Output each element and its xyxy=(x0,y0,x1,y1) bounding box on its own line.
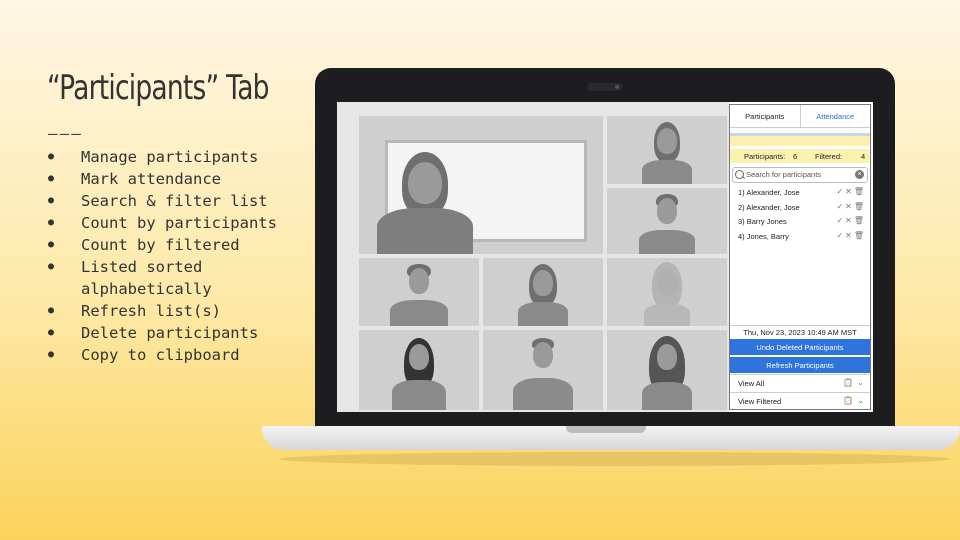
avatar-body xyxy=(518,302,568,326)
laptop-shadow xyxy=(280,452,950,466)
video-tile xyxy=(359,330,479,410)
participants-count-label: Participants: xyxy=(744,152,786,161)
participant-list: 1) Alexander, Jose ✓ ✕ 🗑 2) Alexander, J… xyxy=(730,185,870,243)
x-icon[interactable]: ✕ xyxy=(845,202,852,211)
list-item: 1) Alexander, Jose ✓ ✕ 🗑 xyxy=(730,185,870,200)
video-tile xyxy=(607,330,727,410)
undo-deleted-button[interactable]: Undo Deleted Participants xyxy=(730,339,870,355)
trash-icon[interactable]: 🗑 xyxy=(854,187,864,196)
video-tile-presenter xyxy=(359,116,603,254)
participant-name: 3) Barry Jones xyxy=(738,217,787,226)
panel-banner xyxy=(730,133,870,146)
feature-item: Refresh list(s) xyxy=(48,300,298,322)
slide-title: “Participants” Tab xyxy=(47,68,270,108)
view-all-actions: 📋 ⌄ xyxy=(843,378,864,387)
trash-icon[interactable]: 🗑 xyxy=(854,216,864,225)
avatar-body xyxy=(642,160,692,184)
tab-participants[interactable]: Participants xyxy=(730,105,801,127)
list-item: 2) Alexander, Jose ✓ ✕ 🗑 xyxy=(730,200,870,215)
feature-item: Delete participants xyxy=(48,322,298,344)
tab-attendance[interactable]: Attendance xyxy=(801,105,871,127)
avatar-head xyxy=(533,270,553,296)
avatar-head xyxy=(657,344,677,370)
video-tile xyxy=(607,116,727,184)
clear-icon[interactable]: × xyxy=(855,170,864,179)
count-bar: Participants: 6 Filtered: 4 xyxy=(730,149,870,163)
timestamp: Thu, Nov 23, 2023 10:49 AM MST xyxy=(730,325,870,339)
avatar-body xyxy=(513,378,573,410)
avatar-head xyxy=(408,162,442,204)
participants-panel: Participants Attendance Participants: 6 … xyxy=(729,104,871,410)
video-tile xyxy=(483,330,603,410)
feature-item: Count by filtered xyxy=(48,234,298,256)
view-all-row[interactable]: View All 📋 ⌄ xyxy=(730,374,870,391)
feature-list: Manage participants Mark attendance Sear… xyxy=(48,146,298,366)
x-icon[interactable]: ✕ xyxy=(845,187,852,196)
video-tile xyxy=(607,258,727,326)
video-grid xyxy=(337,102,729,412)
feature-item: Listed sorted alphabetically xyxy=(48,256,298,300)
check-icon[interactable]: ✓ xyxy=(836,216,843,225)
filtered-count-value: 4 xyxy=(861,152,866,161)
participants-count-value: 6 xyxy=(793,152,798,161)
view-all-label: View All xyxy=(738,379,765,388)
participant-name: 2) Alexander, Jose xyxy=(738,202,800,212)
avatar-body xyxy=(644,304,690,326)
avatar-body xyxy=(392,380,446,410)
x-icon[interactable]: ✕ xyxy=(845,216,852,225)
trash-icon[interactable]: 🗑 xyxy=(854,231,864,240)
row-actions: ✓ ✕ 🗑 xyxy=(836,202,864,211)
avatar-head xyxy=(657,128,677,154)
x-icon[interactable]: ✕ xyxy=(845,231,852,240)
view-filtered-row[interactable]: View Filtered 📋 ⌄ xyxy=(730,392,870,409)
avatar-head xyxy=(657,270,677,296)
video-tile xyxy=(359,258,479,326)
row-actions: ✓ ✕ 🗑 xyxy=(836,216,864,225)
avatar-body xyxy=(390,300,448,326)
webcam-icon xyxy=(615,85,619,89)
feature-item: Mark attendance xyxy=(48,168,298,190)
feature-item: Count by participants xyxy=(48,212,298,234)
avatar-head xyxy=(409,344,429,370)
avatar-head xyxy=(533,342,553,368)
title-underline: ——— xyxy=(48,124,83,143)
avatar-body xyxy=(377,208,473,254)
search-icon xyxy=(735,170,744,179)
avatar-head xyxy=(409,268,429,294)
row-actions: ✓ ✕ 🗑 xyxy=(836,187,864,196)
chevron-down-icon[interactable]: ⌄ xyxy=(857,396,864,405)
view-filtered-actions: 📋 ⌄ xyxy=(843,396,864,405)
participant-name: 1) Alexander, Jose xyxy=(738,188,800,197)
list-item: 3) Barry Jones ✓ ✕ 🗑 xyxy=(730,214,870,229)
video-tile xyxy=(483,258,603,326)
clipboard-icon[interactable]: 📋 xyxy=(843,396,853,405)
avatar-body xyxy=(642,382,692,410)
clipboard-icon[interactable]: 📋 xyxy=(843,378,853,387)
row-actions: ✓ ✕ 🗑 xyxy=(836,231,864,240)
filtered-count-label: Filtered: xyxy=(815,152,843,161)
laptop-notch xyxy=(566,426,646,433)
avatar-body xyxy=(639,230,695,254)
participant-name: 4) Jones, Barry xyxy=(738,231,789,241)
trash-icon[interactable]: 🗑 xyxy=(854,202,864,211)
laptop: Participants Attendance Participants: 6 … xyxy=(315,68,895,428)
check-icon[interactable]: ✓ xyxy=(836,187,843,196)
list-item: 4) Jones, Barry ✓ ✕ 🗑 xyxy=(730,229,870,244)
chevron-down-icon[interactable]: ⌄ xyxy=(857,378,864,387)
refresh-participants-button[interactable]: Refresh Participants xyxy=(730,357,870,373)
search-box: × xyxy=(732,167,868,183)
check-icon[interactable]: ✓ xyxy=(836,202,843,211)
view-filtered-label: View Filtered xyxy=(738,397,782,406)
feature-item: Copy to clipboard xyxy=(48,344,298,366)
search-input[interactable] xyxy=(746,169,850,180)
video-tile xyxy=(607,188,727,254)
avatar-head xyxy=(657,198,677,224)
feature-item: Search & filter list xyxy=(48,190,298,212)
laptop-screen: Participants Attendance Participants: 6 … xyxy=(337,102,873,412)
check-icon[interactable]: ✓ xyxy=(836,231,843,240)
feature-item: Manage participants xyxy=(48,146,298,168)
panel-tabs: Participants Attendance xyxy=(730,105,870,128)
